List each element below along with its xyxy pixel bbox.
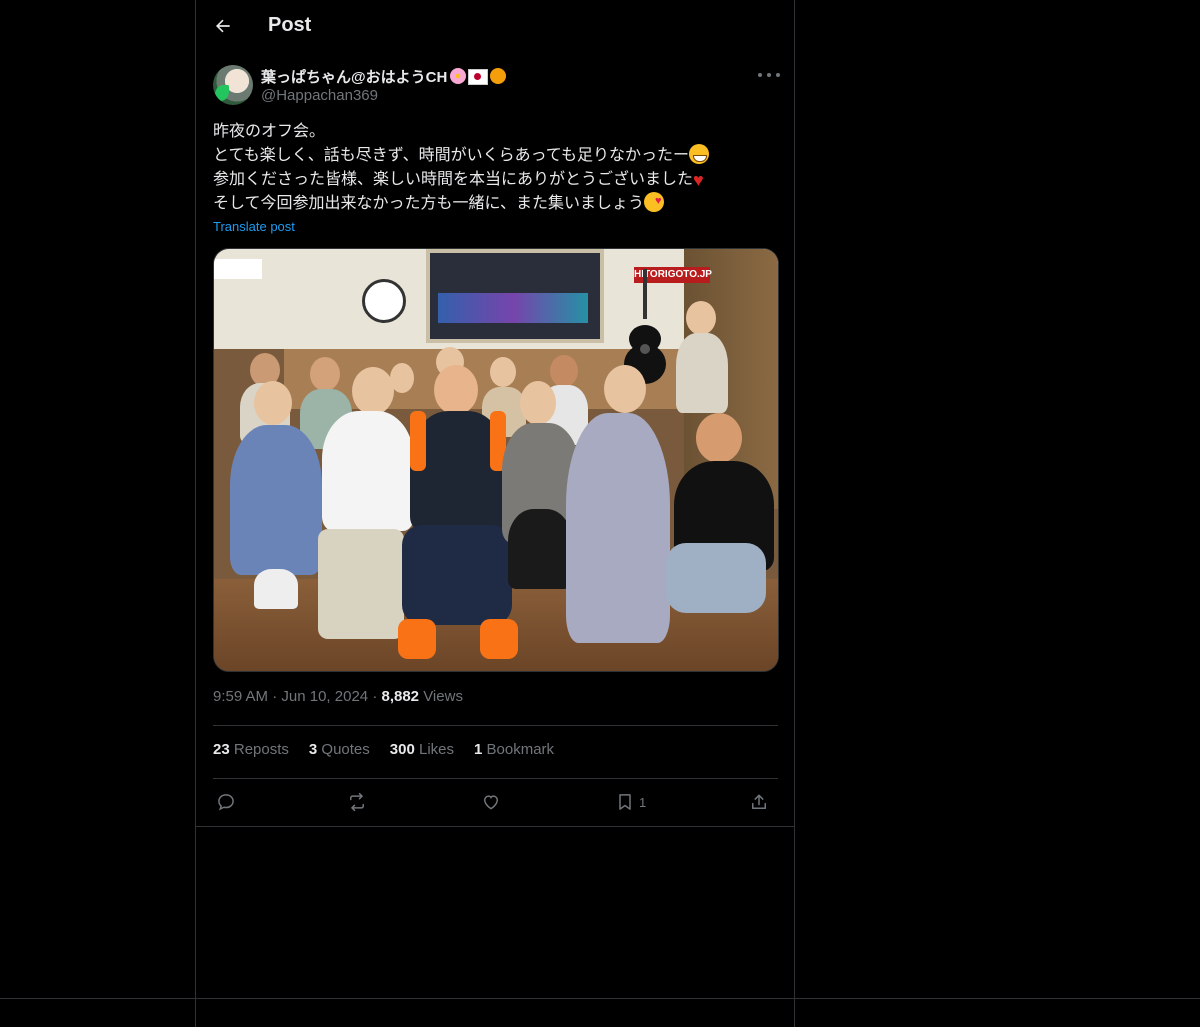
smiling-hearts-emoji-icon [644, 189, 665, 213]
bookmark-button[interactable]: 1 [615, 790, 646, 814]
post-line-text: 昨夜のオフ会。 [213, 123, 326, 140]
repost-icon [350, 792, 364, 812]
bookmarks-count: 1 [474, 741, 483, 758]
bookmarks-label: Bookmark [486, 741, 555, 758]
bookmark-icon [619, 794, 631, 810]
avatar[interactable] [213, 65, 253, 105]
heart-emoji-icon: ♥ [693, 170, 704, 190]
quotes-stat[interactable]: 3 Quotes [309, 741, 370, 758]
photo-clock [362, 279, 406, 323]
post-line: 昨夜のオフ会。 [213, 120, 773, 144]
likes-stat[interactable]: 300 Likes [390, 741, 454, 758]
bookmark-count: 1 [639, 794, 647, 810]
author-handle[interactable]: @Happachan369 [261, 87, 378, 104]
header: Post [196, 0, 794, 53]
translate-post-link[interactable]: Translate post [213, 219, 295, 234]
post-photo[interactable]: HITORIGOTO.JP [213, 248, 779, 672]
meta-dot: · [272, 688, 282, 705]
post-bottom-divider [196, 826, 794, 827]
divider [213, 725, 778, 726]
more-icon[interactable] [758, 66, 780, 84]
post-line: そして今回参加出来なかった方も一緒に、また集いましょう [213, 189, 773, 216]
reply-icon [218, 794, 234, 811]
cherry-blossom-icon [450, 68, 467, 84]
bookmarks-stat[interactable]: 1 Bookmark [474, 741, 554, 758]
quotes-count: 3 [308, 741, 318, 758]
post-stats: 23 Reposts 3 Quotes 300 Likes 1 Bookmark [213, 741, 554, 758]
reposts-stat[interactable]: 23 Reposts [213, 741, 289, 758]
page-title: Post [268, 14, 312, 36]
likes-label: Likes [418, 741, 455, 758]
post-text: 昨夜のオフ会。 とても楽しく、話も尽きず、時間がいくらあっても足りなかったー 参… [213, 120, 773, 216]
views-count: 8,882 [381, 688, 420, 705]
post-date[interactable]: Jun 10, 2024 [281, 688, 368, 705]
back-arrow-icon[interactable] [213, 16, 233, 36]
grinning-squint-emoji-icon [689, 144, 710, 164]
photo-frame [426, 249, 604, 343]
reposts-count: 23 [213, 741, 230, 758]
share-button[interactable] [749, 790, 769, 814]
orange-circle-icon [490, 68, 507, 84]
likes-count: 300 [389, 741, 415, 758]
reposts-label: Reposts [233, 741, 289, 758]
divider [213, 778, 778, 779]
post-column: Post 葉っぱちゃん@おはようCH @Happachan369 昨夜のオフ会。… [195, 0, 795, 1027]
post-line: 参加くださった皆様、楽しい時間を本当にありがとうございました♥ [213, 168, 773, 192]
post-line-text: 参加くださった皆様、楽しい時間を本当にありがとうございました [213, 171, 694, 188]
views-label: Views [423, 688, 463, 705]
name-emojis [450, 68, 507, 85]
repost-button[interactable] [347, 790, 367, 814]
like-icon [483, 795, 499, 810]
like-button[interactable] [481, 790, 501, 814]
post-line: とても楽しく、話も尽きず、時間がいくらあっても足りなかったー [213, 144, 773, 168]
share-icon [752, 794, 766, 809]
reply-button[interactable] [216, 790, 236, 814]
post-line-text: とても楽しく、話も尽きず、時間がいくらあっても足りなかったー [213, 147, 690, 164]
post-meta: 9:59 AM · Jun 10, 2024 · 8,882 Views [213, 688, 463, 705]
author-name[interactable]: 葉っぱちゃん@おはようCH [261, 69, 447, 86]
quotes-label: Quotes [321, 741, 370, 758]
post-time[interactable]: 9:59 AM [213, 688, 268, 705]
photo-air-conditioner [214, 259, 262, 279]
post-line-text: そして今回参加出来なかった方も一緒に、また集いましょう [213, 195, 645, 212]
japan-flag-icon [468, 69, 489, 85]
author-name-row[interactable]: 葉っぱちゃん@おはようCH [261, 66, 507, 87]
action-bar: 1 [216, 790, 776, 814]
